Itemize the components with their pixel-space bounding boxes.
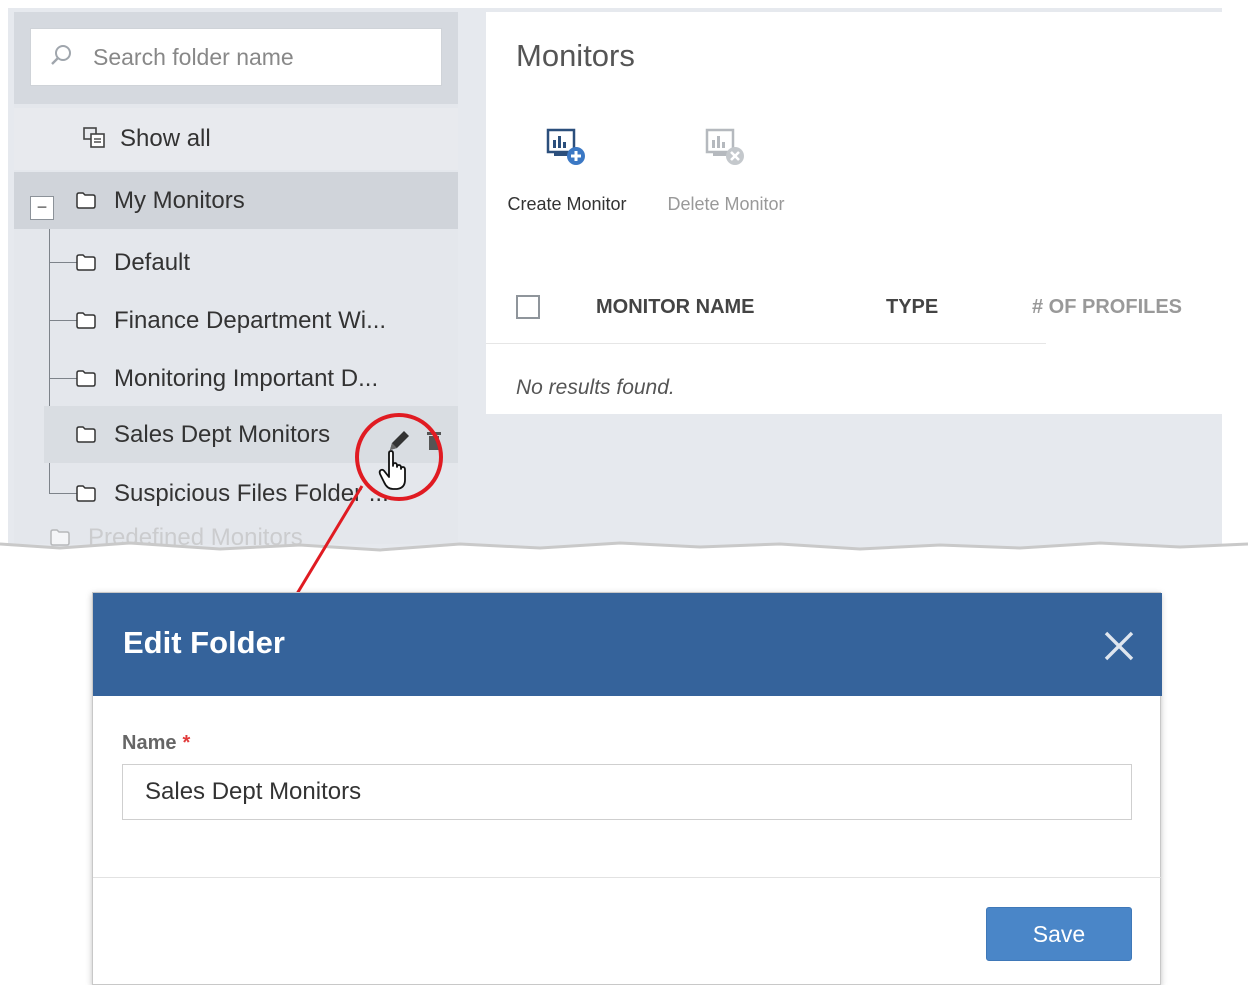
create-monitor-label: Create Monitor bbox=[507, 194, 627, 214]
search-icon bbox=[49, 42, 79, 73]
show-all-icon bbox=[82, 126, 108, 152]
tree-item-label: Sales Dept Monitors bbox=[114, 420, 331, 448]
folder-sidebar: Show all My Monitors − Default bbox=[14, 12, 458, 551]
torn-edge bbox=[0, 541, 1248, 564]
dialog-divider bbox=[93, 877, 1162, 878]
tree-item-my-monitors[interactable]: My Monitors bbox=[14, 172, 458, 229]
show-all-button[interactable]: Show all bbox=[14, 108, 458, 170]
dialog-header: Edit Folder bbox=[93, 593, 1162, 696]
tree-item-label: Monitoring Important D... bbox=[114, 364, 379, 392]
search-box bbox=[30, 28, 442, 86]
page-title: Monitors bbox=[516, 38, 635, 73]
create-monitor-button[interactable]: Create Monitor bbox=[500, 124, 634, 215]
tree-item-label: My Monitors bbox=[114, 186, 245, 214]
tree-item-monitoring[interactable]: Monitoring Important D... bbox=[14, 350, 458, 407]
create-monitor-icon bbox=[544, 124, 590, 170]
tree-item-finance[interactable]: Finance Department Wi... bbox=[14, 292, 458, 349]
folder-icon bbox=[74, 190, 98, 212]
folder-icon bbox=[74, 483, 98, 505]
search-area bbox=[14, 12, 458, 104]
tree-item-label: Finance Department Wi... bbox=[114, 306, 387, 334]
tree-item-default[interactable]: Default bbox=[14, 234, 458, 291]
folder-icon bbox=[74, 368, 98, 390]
folder-icon bbox=[74, 310, 98, 332]
screenshot-stage: Show all My Monitors − Default bbox=[0, 0, 1248, 985]
folder-name-input[interactable] bbox=[122, 764, 1132, 820]
folder-icon bbox=[74, 424, 98, 446]
delete-monitor-button[interactable]: Delete Monitor bbox=[658, 124, 794, 215]
monitors-panel: Monitors Create Monitor Delete Monitor M… bbox=[486, 12, 1222, 414]
show-all-label: Show all bbox=[120, 125, 211, 152]
required-marker: * bbox=[182, 732, 191, 754]
tree-item-label: Default bbox=[114, 248, 191, 276]
tree-item-label: Suspicious Files Folder ... bbox=[114, 479, 389, 507]
edit-folder-dialog: Edit Folder Name* Save bbox=[92, 592, 1162, 985]
delete-monitor-icon bbox=[703, 124, 749, 170]
name-label-text: Name bbox=[122, 732, 177, 754]
close-icon[interactable] bbox=[1102, 629, 1136, 663]
column-header-type[interactable]: TYPE bbox=[886, 296, 938, 319]
monitors-screen-capture: Show all My Monitors − Default bbox=[8, 8, 1222, 556]
folder-icon bbox=[74, 252, 98, 274]
select-all-checkbox[interactable] bbox=[516, 295, 540, 319]
dialog-title: Edit Folder bbox=[123, 625, 285, 660]
empty-table-message: No results found. bbox=[516, 376, 675, 399]
name-field-label: Name * bbox=[122, 732, 190, 755]
highlight-circle bbox=[355, 413, 443, 501]
collapse-toggle[interactable]: − bbox=[30, 196, 54, 220]
column-header-monitor-name[interactable]: MONITOR NAME bbox=[596, 296, 755, 319]
save-button[interactable]: Save bbox=[986, 907, 1132, 961]
table-header bbox=[486, 282, 1046, 344]
column-header-profiles[interactable]: # OF PROFILES bbox=[1032, 296, 1182, 319]
search-input[interactable] bbox=[93, 43, 423, 71]
delete-monitor-label: Delete Monitor bbox=[667, 194, 785, 214]
